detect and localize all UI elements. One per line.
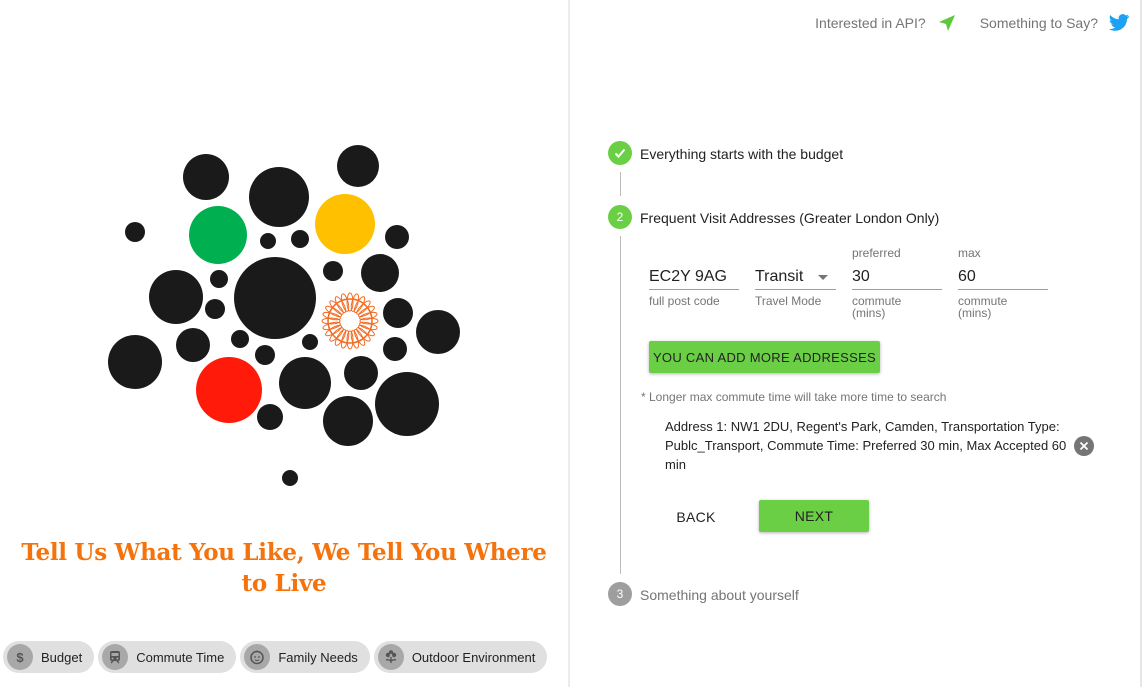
- top-links: Interested in API? Something to Say?: [815, 12, 1130, 34]
- close-circle-icon[interactable]: [1074, 436, 1094, 456]
- max-commute-field: max 60 commute (mins): [958, 246, 1048, 319]
- logo-dot: [125, 222, 145, 242]
- dropdown-arrow-icon: [818, 275, 828, 280]
- logo-dot: [189, 206, 247, 264]
- logo-dot: [291, 230, 309, 248]
- postcode-help: full post code: [649, 294, 720, 308]
- twitter-icon[interactable]: [1108, 12, 1130, 34]
- travel-mode-select[interactable]: Transit: [755, 264, 836, 290]
- logo-dot: [337, 145, 379, 187]
- preferred-commute-input[interactable]: 30: [852, 264, 942, 290]
- logo-dot: [234, 257, 316, 339]
- logo-dot: [149, 270, 203, 324]
- chip-budget[interactable]: $ Budget: [3, 641, 95, 673]
- address-entry: Address 1: NW1 2DU, Regent's Park, Camde…: [665, 419, 1067, 472]
- logo-dot: [108, 335, 162, 389]
- logo-dot: [205, 299, 225, 319]
- step-3-label[interactable]: Something about yourself: [640, 587, 799, 603]
- logo-dot: [260, 233, 276, 249]
- logo-dot: [183, 154, 229, 200]
- logo-dot: [279, 357, 331, 409]
- chip-label: Commute Time: [136, 649, 225, 665]
- step-connector: [620, 236, 621, 574]
- logo-dot: [323, 261, 343, 281]
- paper-plane-icon[interactable]: [936, 12, 958, 34]
- logo-dot: [323, 396, 373, 446]
- next-button[interactable]: NEXT: [759, 500, 869, 532]
- logo-dot: [196, 357, 262, 423]
- logo-dot: [257, 404, 283, 430]
- dot-cluster-logo: [108, 145, 460, 486]
- add-address-button[interactable]: YOU CAN ADD MORE ADDRESSES: [649, 341, 880, 373]
- logo-dot: [282, 470, 298, 486]
- step-2-number: 2: [608, 205, 632, 229]
- logo-dot: [231, 330, 249, 348]
- chip-outdoor-environment[interactable]: Outdoor Environment: [373, 641, 548, 673]
- feedback-link[interactable]: Something to Say?: [980, 15, 1098, 31]
- logo-dot: [344, 356, 378, 390]
- chip-label: Outdoor Environment: [411, 649, 536, 665]
- flower-icon: [377, 644, 404, 670]
- chip-label: Family Needs: [278, 649, 358, 665]
- travel-mode-help: Travel Mode: [755, 294, 822, 308]
- logo-dot: [255, 345, 275, 365]
- logo-dot: [416, 310, 460, 354]
- postcode-input[interactable]: EC2Y 9AG: [649, 264, 739, 290]
- max-label: max: [958, 246, 981, 260]
- logo-dot: [383, 298, 413, 328]
- logo-dot: [361, 254, 399, 292]
- logo-dot: [315, 194, 375, 254]
- logo-dot: [302, 334, 318, 350]
- preferred-label: preferred: [852, 246, 901, 260]
- step-connector: [620, 172, 621, 196]
- pane-divider: [568, 0, 570, 687]
- preferred-help: commute (mins): [852, 294, 902, 320]
- step-1-label[interactable]: Everything starts with the budget: [640, 146, 843, 162]
- step-3-number: 3: [608, 582, 632, 606]
- max-help: commute (mins): [958, 294, 1008, 320]
- travel-mode-field: Transit Travel Mode: [755, 250, 836, 307]
- logo-dot: [176, 328, 210, 362]
- logo-dot: [375, 372, 439, 436]
- dollar-icon: $: [7, 644, 33, 670]
- logo-dot: [210, 270, 228, 288]
- logo-starburst: [321, 292, 379, 350]
- commute-note: * Longer max commute time will take more…: [641, 390, 947, 404]
- logo-dot: [385, 225, 409, 249]
- travel-mode-value: Transit: [755, 268, 804, 285]
- logo-dot: [249, 167, 309, 227]
- logo-dot: [383, 337, 407, 361]
- hero-pane: Tell Us What You Like, We Tell You Where…: [0, 0, 568, 687]
- step-1-done-icon: [608, 141, 632, 165]
- preferred-commute-field: preferred 30 commute (mins): [852, 246, 942, 319]
- baby-face-icon: [244, 644, 271, 670]
- chip-commute-time[interactable]: Commute Time: [98, 641, 237, 673]
- back-button[interactable]: BACK: [664, 500, 728, 534]
- max-commute-input[interactable]: 60: [958, 264, 1048, 290]
- api-link[interactable]: Interested in API?: [815, 15, 926, 31]
- postcode-field: EC2Y 9AG full post code: [649, 250, 739, 307]
- step-2-label[interactable]: Frequent Visit Addresses (Greater London…: [640, 210, 939, 226]
- hero-tagline: Tell Us What You Like, We Tell You Where…: [21, 539, 547, 597]
- chip-label: Budget: [41, 649, 83, 665]
- train-icon: [102, 644, 129, 670]
- chip-family-needs[interactable]: Family Needs: [240, 641, 370, 673]
- preference-chips: $ Budget Commute Time Family Needs Outdo…: [3, 641, 548, 673]
